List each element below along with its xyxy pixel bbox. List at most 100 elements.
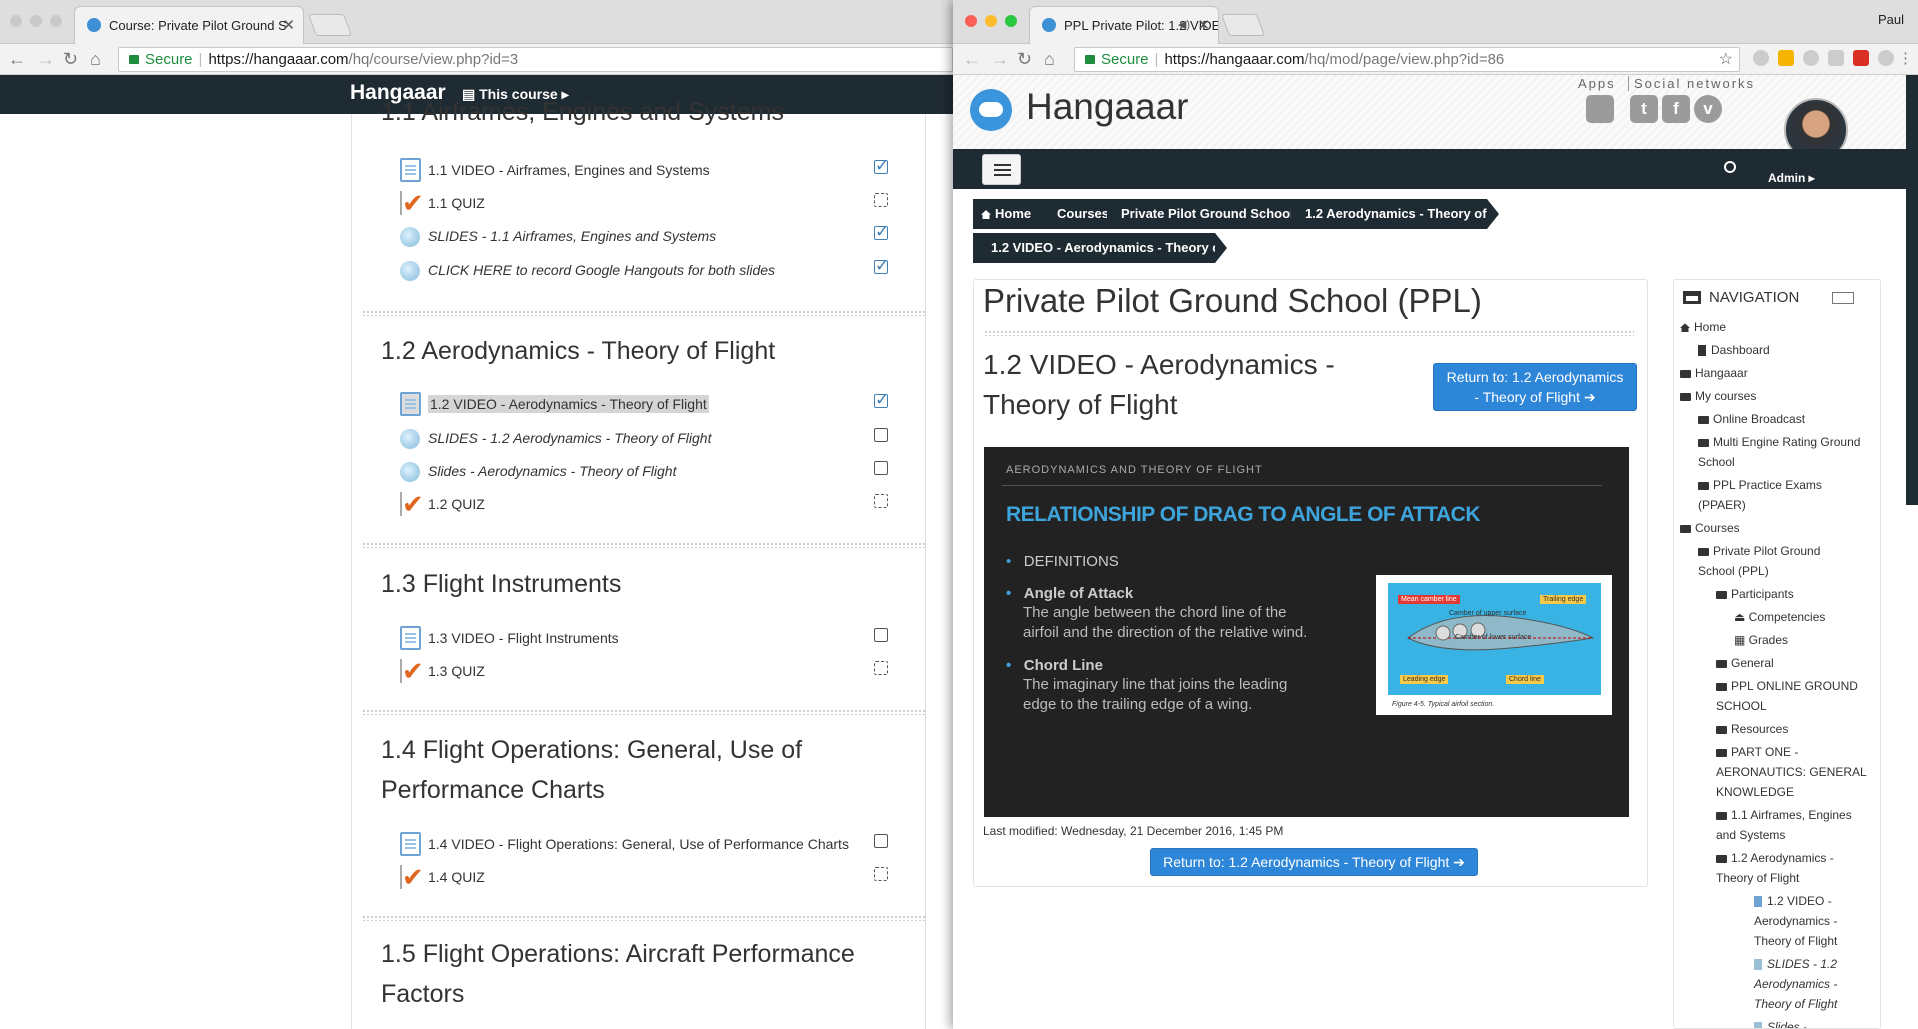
extension-icon[interactable]: [1803, 50, 1819, 66]
activity-link[interactable]: 1.2 QUIZ: [428, 496, 485, 512]
activity-item[interactable]: 1.3 VIDEO - Flight Instruments: [400, 624, 920, 654]
nav-item-slides-1-2-cont[interactable]: Aerodynamics -: [1754, 974, 1837, 994]
nav-item-online-broadcast[interactable]: Online Broadcast: [1698, 409, 1805, 429]
forward-arrow-icon[interactable]: →: [991, 48, 1009, 70]
profile-name[interactable]: Paul: [1878, 12, 1904, 27]
nav-item-ppl-course[interactable]: Private Pilot Ground: [1698, 541, 1820, 561]
completion-checkbox[interactable]: [874, 867, 888, 881]
forward-arrow-icon[interactable]: →: [37, 48, 55, 70]
nav-item-ppl-exams-cont[interactable]: (PPAER): [1698, 495, 1746, 515]
right-active-tab[interactable]: PPL Private Pilot: 1.2 VIDEO ◀) ✕: [1029, 6, 1219, 44]
activity-item[interactable]: SLIDES - 1.1 Airframes, Engines and Syst…: [400, 222, 920, 252]
activity-item[interactable]: ✔ 1.2 QUIZ: [400, 490, 920, 520]
nav-item-my-courses[interactable]: My courses: [1680, 386, 1756, 406]
back-arrow-icon[interactable]: ←: [963, 48, 981, 70]
close-icon[interactable]: ✕: [282, 7, 295, 44]
hangaaar-logo-icon[interactable]: [970, 89, 1012, 131]
nav-item-section-1-1[interactable]: 1.1 Airframes, Engines: [1716, 805, 1852, 825]
activity-link-current[interactable]: 1.2 VIDEO - Aerodynamics - Theory of Fli…: [428, 395, 709, 413]
audio-icon[interactable]: ◀): [1178, 7, 1190, 44]
activity-item[interactable]: ✔ 1.1 QUIZ: [400, 189, 920, 219]
nav-item-video-1-2-cont[interactable]: Aerodynamics -: [1754, 911, 1837, 931]
extension-icon[interactable]: [1828, 50, 1844, 66]
activity-item[interactable]: CLICK HERE to record Google Hangouts for…: [400, 256, 920, 286]
completion-checkbox[interactable]: [874, 461, 888, 475]
breadcrumb-item[interactable]: Home: [973, 199, 1055, 229]
breadcrumb-item[interactable]: Courses: [1043, 199, 1119, 229]
nav-item-ppl-exams[interactable]: PPL Practice Exams: [1698, 475, 1822, 495]
completion-checkbox[interactable]: [874, 834, 888, 848]
completion-checkbox[interactable]: [874, 222, 889, 242]
completion-checkbox[interactable]: [874, 494, 888, 508]
nav-item-ppl-online-cont[interactable]: SCHOOL: [1716, 696, 1767, 716]
breadcrumb-item[interactable]: Private Pilot Ground School (PPL): [1107, 199, 1331, 229]
nav-item-section-1-2[interactable]: 1.2 Aerodynamics -: [1716, 848, 1834, 868]
nav-item-part-one-cont[interactable]: AERONAUTICS: GENERAL: [1716, 762, 1867, 782]
maximize-window-dot[interactable]: [50, 15, 62, 27]
completion-checkbox[interactable]: [874, 661, 888, 675]
url-input[interactable]: Secure | https://hangaaar.com/hq/course/vi…: [118, 47, 953, 72]
extension-icon[interactable]: [1853, 50, 1869, 66]
completion-checkbox[interactable]: [874, 256, 889, 276]
activity-link[interactable]: 1.3 QUIZ: [428, 663, 485, 679]
activity-link[interactable]: CLICK HERE to record Google Hangouts for…: [428, 262, 775, 278]
completion-checkbox[interactable]: [874, 628, 888, 642]
close-icon[interactable]: ✕: [1197, 7, 1210, 44]
reload-icon[interactable]: ↻: [1017, 48, 1032, 70]
nav-item-section-1-2-cont[interactable]: Theory of Flight: [1716, 868, 1799, 888]
site-brand[interactable]: Hangaaar: [1026, 86, 1189, 128]
extension-icon[interactable]: [1753, 50, 1769, 66]
activity-link[interactable]: 1.3 VIDEO - Flight Instruments: [428, 630, 619, 646]
more-menu-icon[interactable]: ⋮: [1898, 48, 1913, 70]
nav-item-ppl-online[interactable]: PPL ONLINE GROUND: [1716, 676, 1858, 696]
page-scrollbar[interactable]: [1906, 75, 1918, 505]
maximize-window-dot[interactable]: [1005, 15, 1017, 27]
nav-item-dashboard[interactable]: Dashboard: [1698, 340, 1770, 360]
vimeo-icon[interactable]: v: [1694, 95, 1722, 123]
activity-link[interactable]: 1.4 QUIZ: [428, 869, 485, 885]
activity-item[interactable]: SLIDES - 1.2 Aerodynamics - Theory of Fl…: [400, 424, 920, 454]
close-window-dot[interactable]: [965, 15, 977, 27]
facebook-icon[interactable]: f: [1662, 95, 1690, 123]
back-arrow-icon[interactable]: ←: [8, 48, 26, 70]
new-tab-button[interactable]: [1220, 14, 1266, 36]
activity-item[interactable]: ✔ 1.4 QUIZ: [400, 863, 920, 893]
activity-link[interactable]: 1.1 QUIZ: [428, 195, 485, 211]
nav-item-slides-1-2[interactable]: SLIDES - 1.2: [1754, 954, 1837, 974]
apple-icon[interactable]: [1586, 95, 1614, 123]
bookmark-star-icon[interactable]: ☆: [1719, 48, 1733, 71]
nav-item-general[interactable]: General: [1716, 653, 1774, 673]
nav-item-resources[interactable]: Resources: [1716, 719, 1788, 739]
new-tab-button[interactable]: [307, 14, 353, 36]
breadcrumb-item[interactable]: 1.2 Aerodynamics - Theory of Flight: [1291, 199, 1526, 229]
left-active-tab[interactable]: Course: Private Pilot Ground S ✕: [74, 6, 304, 44]
home-icon[interactable]: ⌂: [1044, 48, 1055, 70]
activity-item[interactable]: 1.4 VIDEO - Flight Operations: General, …: [400, 830, 920, 860]
notification-icon[interactable]: [1724, 161, 1736, 173]
nav-item-video-1-2-cont[interactable]: Theory of Flight: [1754, 931, 1837, 951]
admin-menu[interactable]: Admin ▸: [1768, 171, 1815, 185]
reload-icon[interactable]: ↻: [63, 48, 78, 70]
nav-item-hangaaar[interactable]: Hangaaar: [1680, 363, 1748, 383]
completion-checkbox[interactable]: [874, 193, 888, 207]
menu-toggle-button[interactable]: [982, 154, 1021, 185]
completion-checkbox[interactable]: [874, 428, 888, 442]
nav-item-multi-engine[interactable]: Multi Engine Rating Ground: [1698, 432, 1860, 452]
nav-item-section-1-1-cont[interactable]: and Systems: [1716, 825, 1785, 845]
activity-link[interactable]: SLIDES - 1.2 Aerodynamics - Theory of Fl…: [428, 430, 711, 446]
activity-link[interactable]: 1.4 VIDEO - Flight Operations: General, …: [428, 836, 849, 852]
nav-item-part-one-cont[interactable]: KNOWLEDGE: [1716, 782, 1794, 802]
return-to-section-bottom-button[interactable]: Return to: 1.2 Aerodynamics - Theory of …: [1150, 848, 1478, 876]
home-icon[interactable]: ⌂: [90, 48, 101, 70]
activity-link[interactable]: Slides - Aerodynamics - Theory of Flight: [428, 463, 676, 479]
minimize-window-dot[interactable]: [30, 15, 42, 27]
activity-item[interactable]: Slides - Aerodynamics - Theory of Flight: [400, 457, 920, 487]
completion-checkbox[interactable]: [874, 156, 889, 176]
activity-item[interactable]: ✔ 1.3 QUIZ: [400, 657, 920, 687]
completion-checkbox[interactable]: [874, 390, 889, 410]
nav-item-part-one[interactable]: PART ONE -: [1716, 742, 1798, 762]
nav-item-home[interactable]: Home: [1680, 317, 1726, 337]
activity-link[interactable]: 1.1 VIDEO - Airframes, Engines and Syste…: [428, 162, 710, 178]
nav-item-slides[interactable]: Slides -: [1754, 1017, 1807, 1028]
extension-icon[interactable]: [1878, 50, 1894, 66]
